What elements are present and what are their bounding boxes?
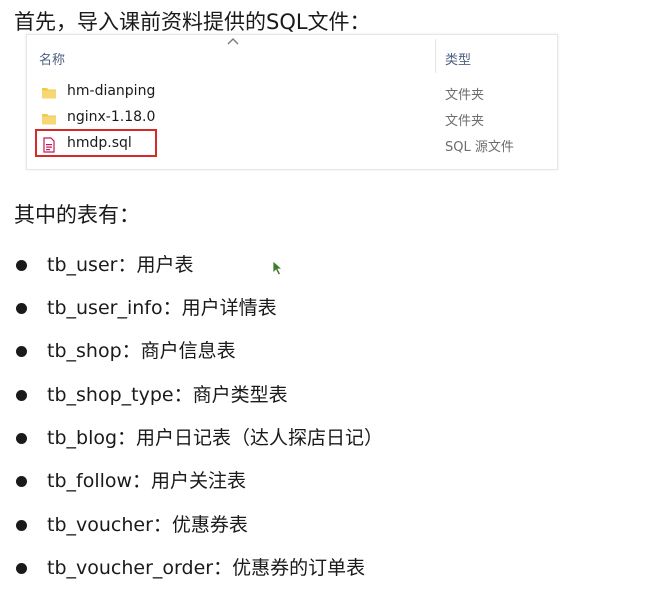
list-item-text: tb_voucher_order：优惠券的订单表 <box>47 557 366 579</box>
folder-icon <box>42 88 56 99</box>
list-item-text: tb_shop_type：商户类型表 <box>47 384 288 406</box>
file-type: SQL 源文件 <box>445 140 514 155</box>
bullet-icon <box>16 563 27 574</box>
folder-icon <box>42 114 56 125</box>
bullet-icon <box>16 520 27 531</box>
file-name: hm-dianping <box>67 83 156 99</box>
file-type: 文件夹 <box>445 114 485 129</box>
list-item-text: tb_voucher：优惠券表 <box>47 514 248 536</box>
file-explorer-pane: 名称 类型 hm-dianping 文件夹 nginx-1.18.0 文件夹 h… <box>26 34 558 170</box>
column-divider[interactable] <box>435 39 436 73</box>
file-name: nginx-1.18.0 <box>67 109 156 125</box>
highlight-annotation <box>35 129 157 157</box>
mouse-cursor-icon <box>272 260 284 276</box>
bullet-icon <box>16 260 27 271</box>
page-heading: 首先，导入课前资料提供的SQL文件： <box>14 10 371 34</box>
column-header-type[interactable]: 类型 <box>445 49 471 68</box>
bullet-icon <box>16 476 27 487</box>
bullet-icon <box>16 303 27 314</box>
list-item-text: tb_blog：用户日记表（达人探店日记） <box>47 427 384 449</box>
sort-ascending-icon <box>227 38 239 45</box>
file-type: 文件夹 <box>445 88 485 103</box>
bullet-icon <box>16 346 27 357</box>
list-item-text: tb_user_info：用户详情表 <box>47 297 277 319</box>
list-item-text: tb_user：用户表 <box>47 254 194 276</box>
list-item-text: tb_follow：用户关注表 <box>47 470 247 492</box>
file-row-hm-dianping[interactable]: hm-dianping 文件夹 <box>27 80 557 106</box>
tables-subheading: 其中的表有： <box>14 203 140 227</box>
column-header-name[interactable]: 名称 <box>39 49 65 68</box>
bullet-icon <box>16 390 27 401</box>
list-item-text: tb_shop：商户信息表 <box>47 340 236 362</box>
bullet-icon <box>16 433 27 444</box>
column-header: 名称 类型 <box>27 35 557 75</box>
